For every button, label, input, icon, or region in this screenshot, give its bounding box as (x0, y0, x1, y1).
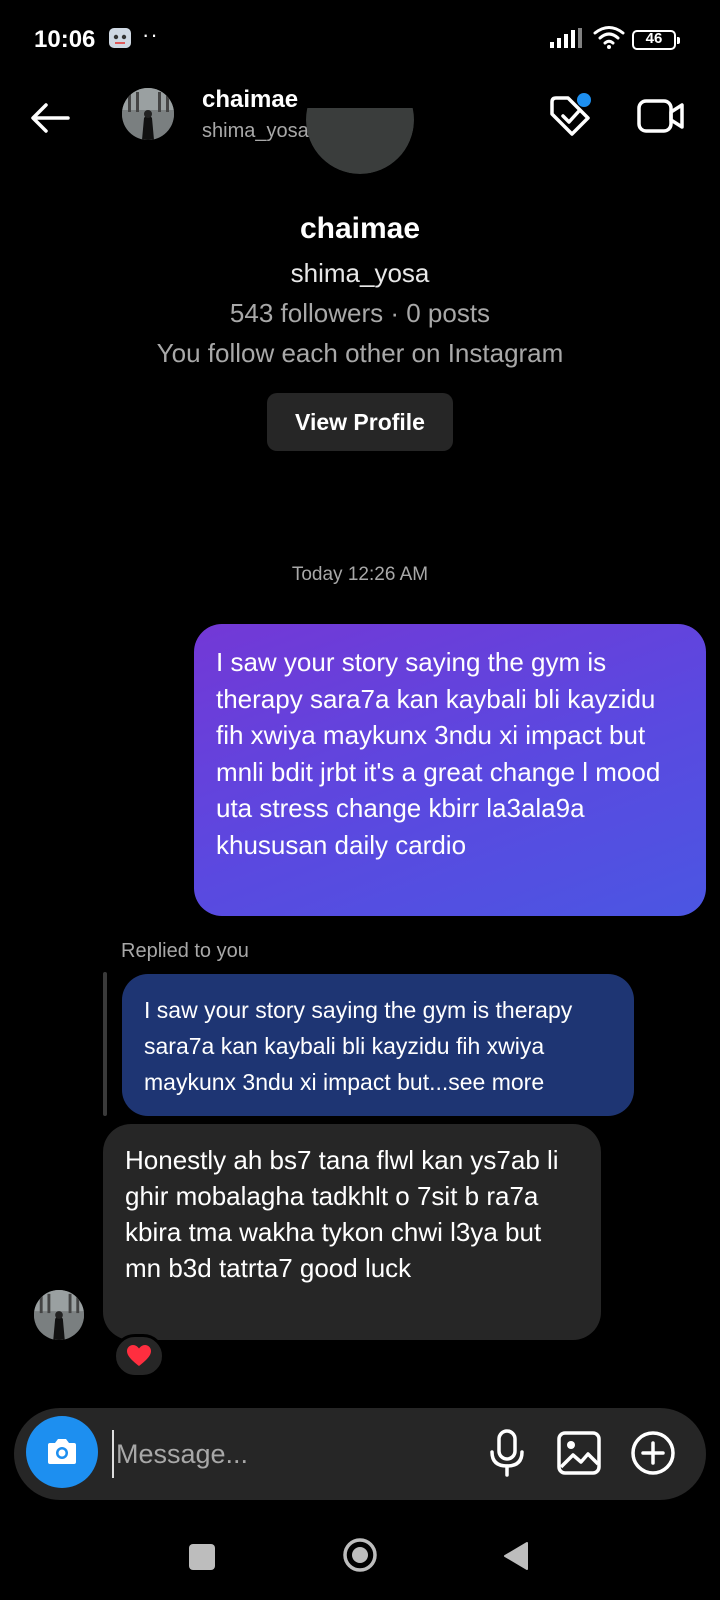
plus-circle-icon[interactable] (628, 1428, 678, 1478)
status-time: 10:06 (34, 26, 96, 53)
nav-back-button[interactable] (501, 1540, 531, 1572)
message-input[interactable] (112, 1430, 452, 1478)
header-avatar[interactable] (122, 88, 174, 140)
camera-button[interactable] (26, 1416, 98, 1488)
camera-icon (48, 1439, 76, 1464)
received-message-bubble[interactable]: Honestly ah bs7 tana flwl kan ys7ab li g… (103, 1124, 601, 1340)
sender-avatar[interactable] (34, 1290, 84, 1340)
wifi-icon (593, 26, 625, 49)
view-profile-button[interactable]: View Profile (267, 393, 453, 451)
message-composer (14, 1408, 706, 1500)
tag-icon[interactable] (546, 92, 596, 142)
signal-icon (550, 28, 582, 48)
back-arrow-icon[interactable] (26, 94, 74, 142)
reply-quote-bubble[interactable]: I saw your story saying the gym is thera… (122, 974, 634, 1116)
nav-home-button[interactable] (342, 1537, 378, 1573)
profile-stats: 543 followers · 0 posts (229, 298, 491, 328)
profile-avatar[interactable] (306, 108, 414, 174)
battery-level: 46 (645, 30, 663, 47)
nav-recent-apps-button[interactable] (189, 1544, 215, 1570)
profile-mutual-follow: You follow each other on Instagram (156, 338, 564, 368)
notification-badge-dot (577, 93, 591, 107)
microphone-icon[interactable] (484, 1428, 530, 1478)
avatar-photo-icon (122, 88, 174, 140)
reply-indicator-bar (103, 972, 107, 1116)
gallery-image-icon[interactable] (554, 1428, 604, 1478)
video-call-icon[interactable] (636, 96, 686, 136)
replied-label: Replied to you (121, 940, 249, 962)
profile-username: shima_yosa (290, 258, 430, 288)
header-username[interactable]: shima_yosa (202, 120, 309, 143)
conversation-timestamp: Today 12:26 AM (291, 564, 429, 585)
profile-display-name: chaimae (299, 212, 421, 245)
avatar-photo-icon (34, 1290, 84, 1340)
status-more-dots: ·· (142, 22, 159, 47)
heart-reaction[interactable] (113, 1334, 165, 1378)
heart-icon (127, 1345, 151, 1366)
battery-icon: 46 (632, 30, 680, 50)
app-notification-icon (109, 28, 131, 48)
status-bar: 10:06 ·· 46 (0, 0, 720, 80)
sent-message-bubble[interactable]: I saw your story saying the gym is thera… (194, 624, 706, 916)
header-display-name[interactable]: chaimae (202, 86, 298, 114)
